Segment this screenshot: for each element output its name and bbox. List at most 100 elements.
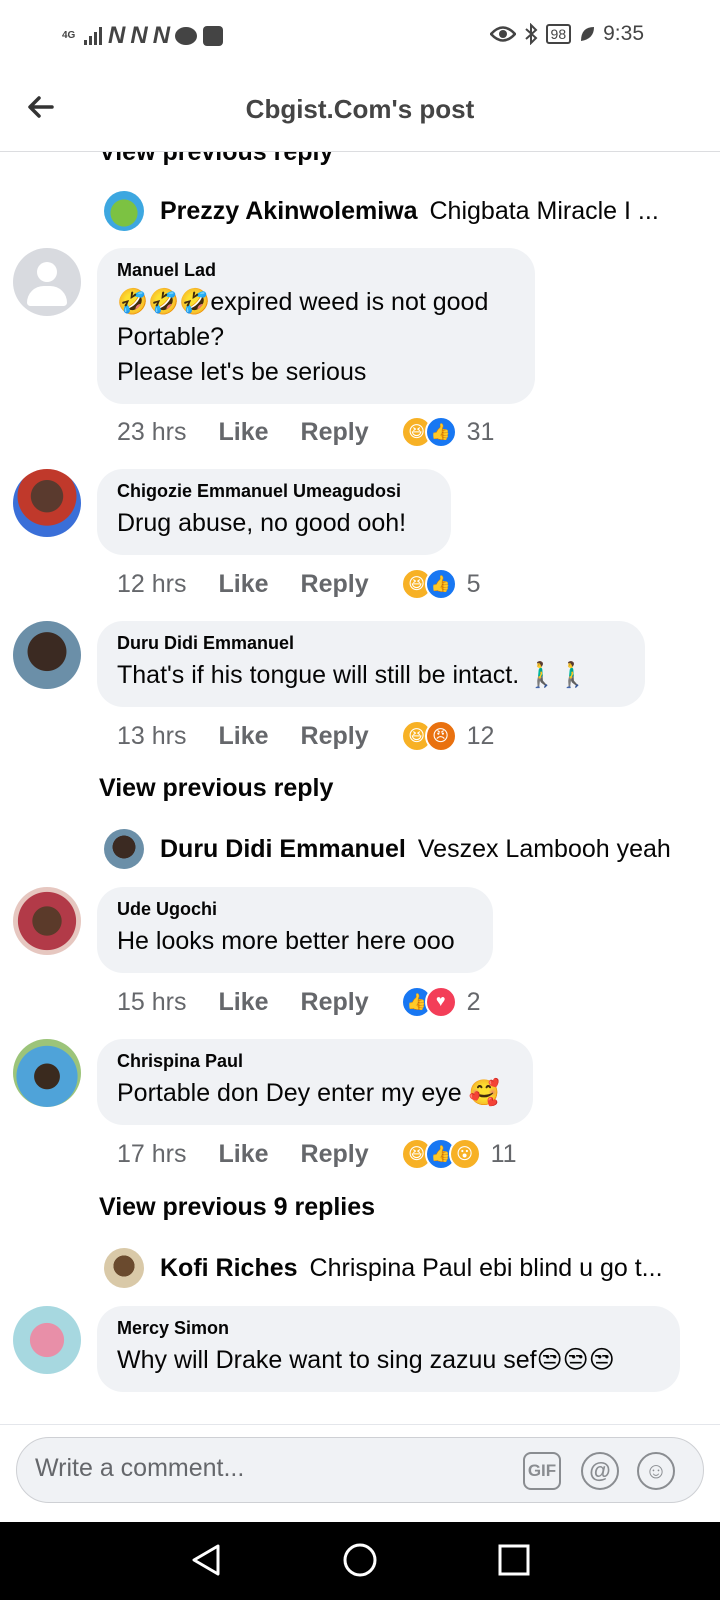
comment-input[interactable]: Write a comment... GIF @ ☺ (16, 1437, 704, 1503)
reactions[interactable]: 😆 👍 😮 (400, 1138, 481, 1170)
reaction-count: 31 (466, 417, 495, 446)
gif-button[interactable]: GIF (523, 1452, 561, 1490)
reply-author[interactable]: Prezzy Akinwolemiwa (160, 197, 418, 226)
reactions[interactable]: 👍 ♥ (400, 986, 457, 1018)
comment-text: He looks more better here ooo (117, 927, 455, 955)
comment-bubble[interactable]: Chrispina Paul Portable don Dey enter my… (97, 1039, 533, 1125)
avatar[interactable] (13, 248, 81, 316)
reply-preview[interactable]: Prezzy Akinwolemiwa Chigbata Miracle I .… (104, 189, 680, 233)
bluetooth-icon (524, 23, 537, 45)
reply-preview[interactable]: Kofi Riches Chrispina Paul ebi blind u g… (104, 1246, 680, 1290)
battery-icon: 98 (545, 24, 572, 44)
like-button[interactable]: Like (218, 1140, 268, 1169)
reaction-count: 5 (466, 569, 481, 598)
reply-button[interactable]: Reply (301, 418, 369, 447)
comment-actions: 13 hrs Like Reply 😆 😠 12 (117, 719, 494, 753)
love-reaction-icon: ♥ (424, 986, 457, 1018)
reply-preview[interactable]: Duru Didi Emmanuel Veszex Lambooh yeah (104, 827, 680, 871)
comment-actions: 17 hrs Like Reply 😆 👍 😮 11 (117, 1137, 517, 1171)
page-title: Cbgist.Com's post (245, 94, 475, 124)
message-bubble-icon (175, 27, 198, 45)
avatar[interactable] (104, 191, 144, 231)
comment-author[interactable]: Mercy Simon (117, 1318, 659, 1339)
emoji-icon[interactable]: ☺ (637, 1452, 675, 1490)
comment-text: Portable don Dey enter my eye 🥰 (117, 1079, 500, 1107)
like-button[interactable]: Like (218, 570, 268, 599)
comment-text: Why will Drake want to sing zazuu sef😒😒😒 (117, 1346, 615, 1374)
reply-text: Chrispina Paul ebi blind u go t... (309, 1253, 663, 1282)
home-circle-icon[interactable] (340, 1540, 380, 1580)
comment-text: Drug abuse, no good ooh! (117, 509, 407, 537)
reply-button[interactable]: Reply (301, 988, 369, 1017)
comments-feed[interactable]: View previous reply Prezzy Akinwolemiwa … (0, 152, 720, 1424)
comment-time[interactable]: 13 hrs (117, 722, 186, 751)
recents-square-icon[interactable] (494, 1540, 534, 1580)
like-button[interactable]: Like (218, 988, 268, 1017)
comment-author[interactable]: Chigozie Emmanuel Umeagudosi (117, 481, 430, 502)
comment-bubble[interactable]: Ude Ugochi He looks more better here ooo (97, 887, 493, 973)
back-triangle-icon[interactable] (186, 1540, 226, 1580)
system-nav-bar (0, 1522, 720, 1600)
comment-author[interactable]: Duru Didi Emmanuel (117, 633, 624, 654)
angry-reaction-icon: 😠 (424, 720, 457, 752)
comment-actions: 23 hrs Like Reply 😆 👍 31 (117, 415, 494, 449)
reactions[interactable]: 😆 👍 (400, 416, 457, 448)
signal-icon (84, 27, 102, 45)
view-previous-reply-link[interactable]: View previous reply (99, 774, 333, 803)
status-right: 98 9:35 (489, 22, 644, 46)
view-previous-reply-link[interactable]: View previous reply (99, 152, 333, 167)
reply-button[interactable]: Reply (301, 1140, 369, 1169)
comment-author[interactable]: Ude Ugochi (117, 899, 472, 920)
wow-reaction-icon: 😮 (448, 1138, 481, 1170)
reply-button[interactable]: Reply (301, 570, 369, 599)
comment-actions: 15 hrs Like Reply 👍 ♥ 2 (117, 985, 481, 1019)
reaction-count: 2 (466, 987, 481, 1016)
comment-bubble[interactable]: Chigozie Emmanuel Umeagudosi Drug abuse,… (97, 469, 451, 555)
comment-time[interactable]: 23 hrs (117, 418, 186, 447)
mention-button[interactable]: @ (581, 1452, 619, 1490)
like-button[interactable]: Like (218, 418, 268, 447)
comment-author[interactable]: Manuel Lad (117, 260, 514, 281)
comment-actions: 12 hrs Like Reply 😆 👍 5 (117, 567, 481, 601)
avatar[interactable] (13, 1306, 81, 1374)
reply-text: Chigbata Miracle I ... (429, 196, 659, 225)
reply-author[interactable]: Duru Didi Emmanuel (160, 835, 406, 864)
comment-bubble[interactable]: Duru Didi Emmanuel That's if his tongue … (97, 621, 645, 707)
avatar[interactable] (13, 469, 81, 537)
status-bar: 4G N N N 98 9:35 (0, 0, 720, 68)
comment-time[interactable]: 12 hrs (117, 570, 186, 599)
notification-n-icon: N (108, 22, 125, 49)
reactions[interactable]: 😆 😠 (400, 720, 457, 752)
reply-button[interactable]: Reply (301, 722, 369, 751)
comment-author[interactable]: Chrispina Paul (117, 1051, 512, 1072)
view-previous-replies-link[interactable]: View previous 9 replies (99, 1193, 375, 1222)
app-icon (203, 26, 224, 46)
notification-n-icon: N (130, 22, 147, 49)
eye-icon (489, 26, 516, 42)
reactions[interactable]: 😆 👍 (400, 568, 457, 600)
avatar[interactable] (13, 1039, 81, 1107)
clock: 9:35 (603, 22, 644, 45)
comment-text: 🤣🤣🤣expired weed is not good Portable? Pl… (117, 288, 489, 386)
comment-time[interactable]: 17 hrs (117, 1140, 186, 1169)
reaction-count: 12 (466, 721, 495, 750)
comment-time[interactable]: 15 hrs (117, 988, 186, 1017)
comment-bubble[interactable]: Manuel Lad 🤣🤣🤣expired weed is not good P… (97, 248, 535, 404)
like-reaction-icon: 👍 (424, 416, 457, 448)
avatar[interactable] (104, 829, 144, 869)
comment-text: That's if his tongue will still be intac… (117, 661, 589, 689)
avatar[interactable] (13, 887, 81, 955)
like-button[interactable]: Like (218, 722, 268, 751)
network-type: 4G (62, 30, 76, 41)
post-header: Cbgist.Com's post (0, 68, 720, 152)
comment-placeholder[interactable]: Write a comment... (35, 1454, 244, 1483)
avatar[interactable] (13, 621, 81, 689)
notification-n-icon: N (152, 22, 170, 49)
comment-composer-bar: Write a comment... GIF @ ☺ (0, 1424, 720, 1503)
comment-bubble[interactable]: Mercy Simon Why will Drake want to sing … (97, 1306, 680, 1392)
leaf-icon (581, 27, 595, 41)
status-left: 4G N N N (62, 22, 224, 50)
reply-author[interactable]: Kofi Riches (160, 1254, 298, 1283)
reaction-count: 11 (490, 1139, 517, 1168)
avatar[interactable] (104, 1248, 144, 1288)
